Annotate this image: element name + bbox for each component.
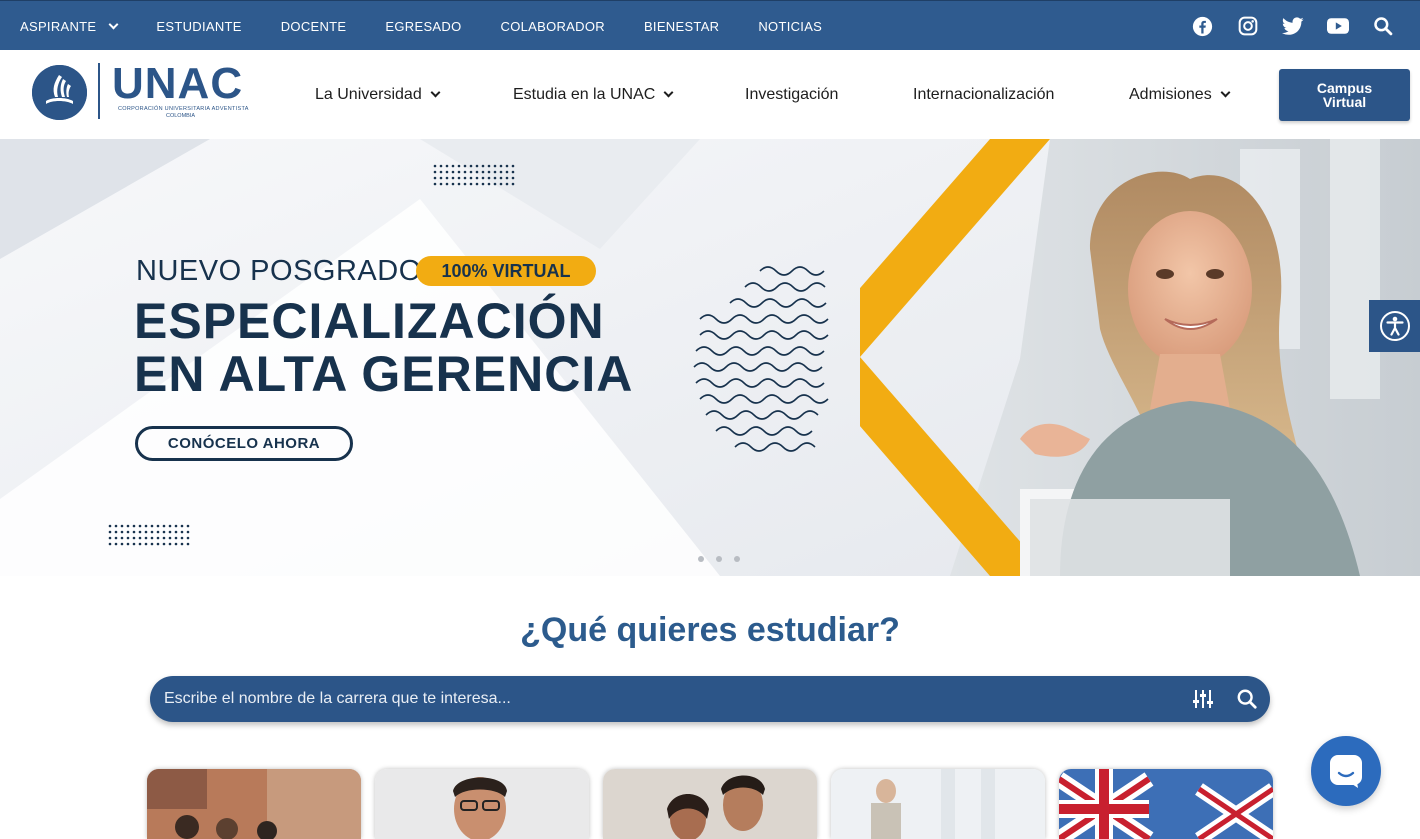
hero-photo-woman <box>860 139 1420 576</box>
chevron-down-icon <box>108 19 119 29</box>
top-nav-aspirante[interactable]: ASPIRANTE <box>20 18 119 34</box>
unac-logo[interactable]: UNAC CORPORACIÓN UNIVERSITARIA ADVENTIST… <box>32 59 257 125</box>
top-nav-bienestar[interactable]: BIENESTAR <box>644 19 719 34</box>
nav-estudia-en-la-unac[interactable]: Estudia en la UNAC <box>513 86 674 104</box>
twitter-icon[interactable] <box>1281 15 1304 38</box>
top-nav: ASPIRANTE ESTUDIANTE DOCENTE EGRESADO CO… <box>20 1 861 51</box>
program-card-image <box>375 769 589 839</box>
hero-cta-button[interactable]: CONÓCELO AHORA <box>135 426 353 461</box>
program-cards <box>147 769 1273 839</box>
top-nav-label: ESTUDIANTE <box>156 18 242 34</box>
nav-label: La Universidad <box>315 86 422 103</box>
chat-button[interactable] <box>1311 736 1381 806</box>
hero-title: ESPECIALIZACIÓN EN ALTA GERENCIA <box>134 293 634 402</box>
facebook-icon[interactable] <box>1191 15 1214 38</box>
program-card[interactable] <box>375 769 589 839</box>
carousel-dot[interactable] <box>716 556 722 562</box>
hero-eyebrow: NUEVO POSGRADO <box>136 255 422 287</box>
nav-admisiones[interactable]: Admisiones <box>1129 86 1231 104</box>
program-card[interactable] <box>831 769 1045 839</box>
filter-sliders-icon[interactable] <box>1192 689 1214 709</box>
main-header: UNAC CORPORACIÓN UNIVERSITARIA ADVENTIST… <box>0 50 1420 139</box>
top-nav-estudiante[interactable]: ESTUDIANTE <box>156 19 241 34</box>
carousel-dot[interactable] <box>698 556 704 562</box>
top-nav-docente[interactable]: DOCENTE <box>281 19 347 34</box>
chat-icon <box>1330 755 1362 788</box>
youtube-icon[interactable] <box>1326 15 1349 38</box>
social-links <box>1191 1 1394 51</box>
campus-virtual-button[interactable]: Campus Virtual <box>1279 69 1410 121</box>
accessibility-button[interactable] <box>1369 300 1420 352</box>
top-nav-label: ASPIRANTE <box>20 18 97 34</box>
instagram-icon[interactable] <box>1236 15 1259 38</box>
chevron-down-icon <box>663 87 674 98</box>
adventist-seal-icon <box>32 65 87 120</box>
top-nav-noticias[interactable]: NOTICIAS <box>758 19 822 34</box>
top-nav-egresado[interactable]: EGRESADO <box>385 19 461 34</box>
carousel-dot[interactable] <box>734 556 740 562</box>
top-nav-colaborador[interactable]: COLABORADOR <box>501 19 605 34</box>
program-card-image <box>831 769 1045 839</box>
nav-label: Admisiones <box>1129 86 1212 103</box>
nav-label: Internacionalización <box>913 86 1055 103</box>
top-nav-label: EGRESADO <box>385 18 462 34</box>
program-card[interactable] <box>147 769 361 839</box>
logo-wordmark: UNAC <box>112 59 244 108</box>
search-icon[interactable] <box>1236 688 1258 710</box>
program-card-image <box>603 769 817 839</box>
chevron-down-icon <box>1220 87 1231 98</box>
study-heading: ¿Qué quieres estudiar? <box>520 611 900 649</box>
program-card-image <box>1059 769 1273 839</box>
logo-subtitle-country: COLOMBIA <box>166 113 196 119</box>
logo-subtitle: CORPORACIÓN UNIVERSITARIA ADVENTISTA <box>118 106 249 112</box>
hero-virtual-badge: 100% VIRTUAL <box>416 256 596 286</box>
logo-divider <box>98 63 100 119</box>
nav-label: Investigación <box>745 86 839 103</box>
program-card[interactable] <box>603 769 817 839</box>
search-icon[interactable] <box>1371 15 1394 38</box>
program-card-image <box>147 769 361 839</box>
top-nav-label: BIENESTAR <box>643 18 720 34</box>
campus-virtual-label: Campus Virtual <box>1316 80 1373 110</box>
top-nav-label: NOTICIAS <box>758 18 823 34</box>
top-nav-label: DOCENTE <box>280 18 347 34</box>
program-search-input[interactable] <box>162 676 1162 722</box>
nav-investigacion[interactable]: Investigación <box>745 86 838 104</box>
program-search-bar <box>150 676 1270 722</box>
top-nav-label: COLABORADOR <box>500 18 605 34</box>
accessibility-icon <box>1379 311 1410 341</box>
hero-banner[interactable]: NUEVO POSGRADO 100% VIRTUAL ESPECIALIZAC… <box>0 139 1420 576</box>
top-utility-bar: ASPIRANTE ESTUDIANTE DOCENTE EGRESADO CO… <box>0 0 1420 50</box>
chevron-down-icon <box>430 87 441 98</box>
nav-la-universidad[interactable]: La Universidad <box>315 86 441 104</box>
nav-internacionalizacion[interactable]: Internacionalización <box>913 86 1054 104</box>
carousel-dots <box>698 556 740 562</box>
program-card[interactable] <box>1059 769 1273 839</box>
nav-label: Estudia en la UNAC <box>513 86 656 103</box>
